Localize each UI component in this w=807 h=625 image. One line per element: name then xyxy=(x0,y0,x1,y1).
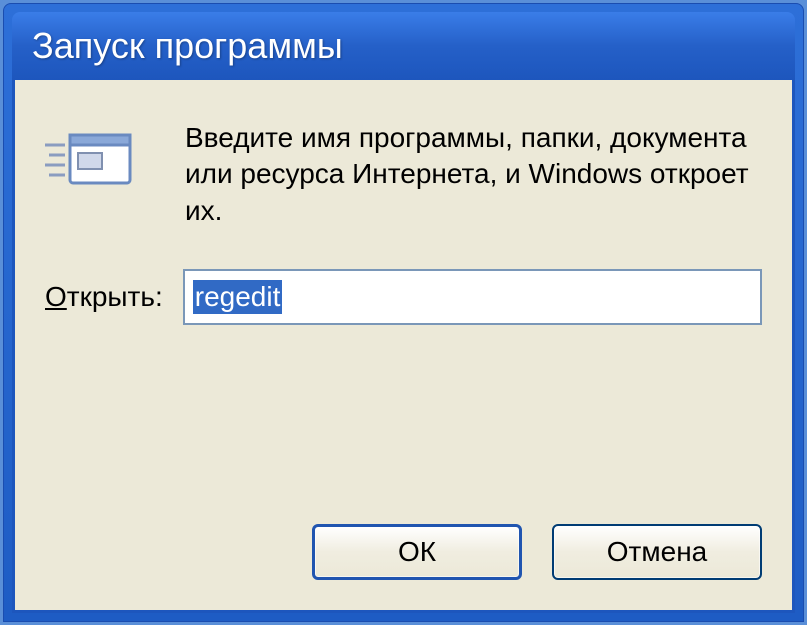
client-area: Введите имя программы, папки, документа … xyxy=(12,80,795,613)
open-combobox[interactable]: regedit xyxy=(183,269,762,325)
titlebar[interactable]: Запуск программы xyxy=(12,12,795,80)
button-row: ОК Отмена xyxy=(312,524,762,580)
ok-button[interactable]: ОК xyxy=(312,524,522,580)
open-label: Открыть: xyxy=(45,281,163,313)
run-program-icon xyxy=(45,125,145,205)
run-dialog-window: Запуск программы Введите имя программы, … xyxy=(3,3,804,622)
description-row: Введите имя программы, папки, документа … xyxy=(45,120,762,229)
window-title: Запуск программы xyxy=(32,25,343,67)
open-input-value: regedit xyxy=(193,280,283,314)
cancel-button[interactable]: Отмена xyxy=(552,524,762,580)
open-row: Открыть: regedit xyxy=(45,269,762,325)
description-text: Введите имя программы, папки, документа … xyxy=(185,120,762,229)
